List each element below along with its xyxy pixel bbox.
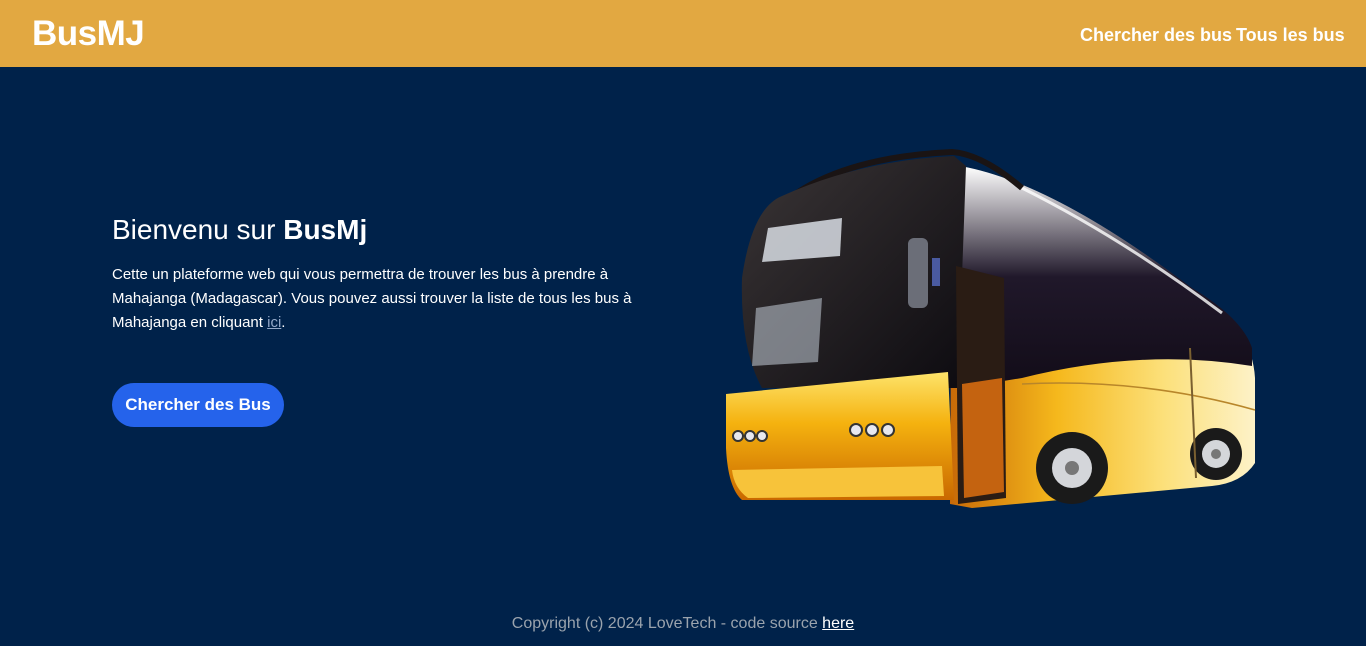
bus-illustration (726, 148, 1256, 508)
footer: Copyright (c) 2024 LoveTech - code sourc… (0, 614, 1366, 634)
hero-title: Bienvenu sur BusMj (112, 212, 367, 248)
hero-description: Cette un plateforme web qui vous permett… (112, 263, 672, 335)
footer-copyright: Copyright (c) 2024 LoveTech - code sourc… (511, 615, 823, 632)
hero-title-prefix: Bienvenu sur (112, 214, 284, 245)
hero-description-end: . (281, 314, 286, 331)
all-buses-link[interactable]: ici (267, 314, 281, 331)
chercher-des-bus-button[interactable]: Chercher des Bus (112, 383, 284, 427)
source-code-link[interactable]: here (822, 615, 854, 632)
navbar: BusMJ Chercher des bus Tous les bus (0, 0, 1366, 67)
hero-description-text: Cette un plateforme web qui vous permett… (112, 266, 632, 331)
nav-link-chercher-des-bus[interactable]: Chercher des bus (1080, 24, 1232, 46)
nav-link-tous-les-bus[interactable]: Tous les bus (1236, 24, 1345, 46)
brand-logo[interactable]: BusMJ (32, 14, 145, 54)
hero-title-brand: BusMj (283, 214, 368, 245)
